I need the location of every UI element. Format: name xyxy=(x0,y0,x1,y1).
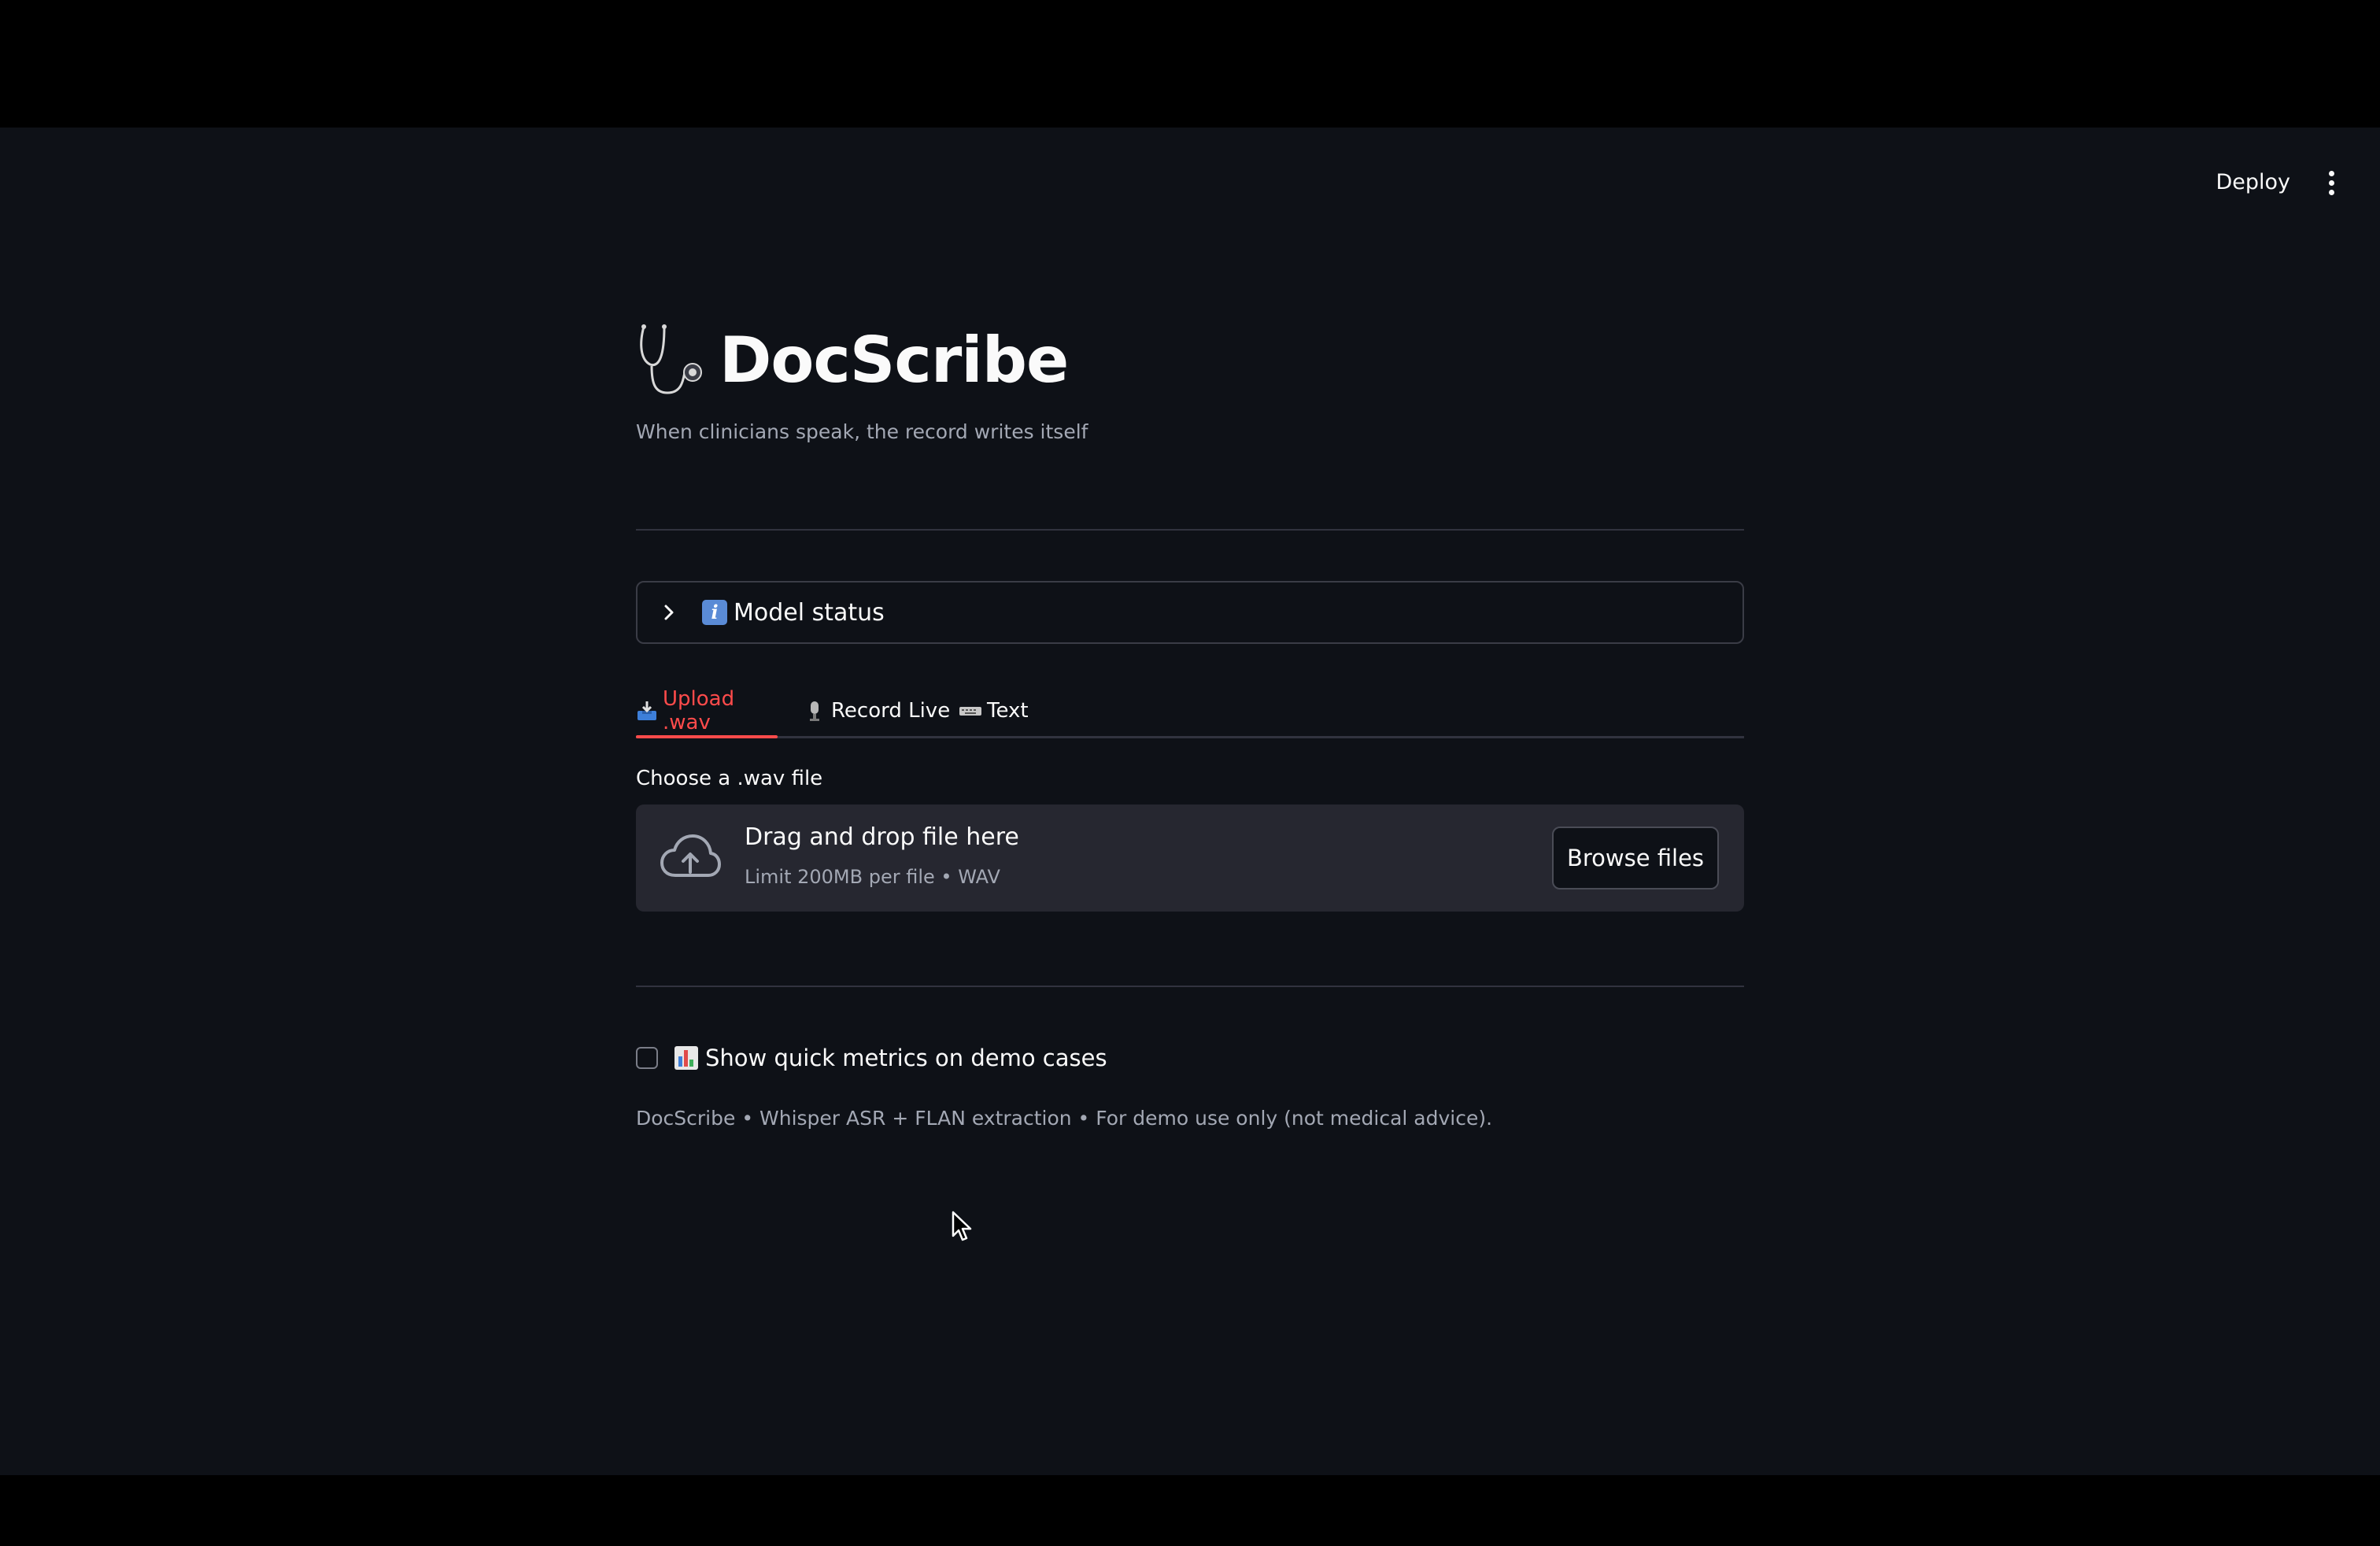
metrics-checkbox-row[interactable]: Show quick metrics on demo cases xyxy=(636,1041,1107,1075)
tab-label: Record Live xyxy=(831,699,951,723)
tab-text[interactable]: Text xyxy=(959,683,1029,738)
dropzone-limit-text: Limit 200MB per file • WAV xyxy=(745,866,1000,888)
tab-label: Upload .wav xyxy=(663,687,735,734)
divider-top xyxy=(636,529,1744,531)
browse-files-button[interactable]: Browse files xyxy=(1552,827,1719,890)
microphone-icon xyxy=(803,699,826,723)
cloud-upload-icon xyxy=(660,834,721,877)
deploy-button[interactable]: Deploy xyxy=(2216,159,2290,206)
mouse-cursor-icon xyxy=(952,1211,972,1241)
tab-record-live[interactable]: Record Live xyxy=(803,683,950,738)
dropzone-title: Drag and drop file here xyxy=(745,823,1019,851)
bar-chart-icon xyxy=(674,1046,698,1070)
keyboard-icon xyxy=(959,699,982,723)
title-row: DocScribe xyxy=(636,309,1069,411)
page-title: DocScribe xyxy=(719,323,1069,397)
tab-upload-wav[interactable]: Upload .wav xyxy=(636,683,778,738)
app-main: Deploy DocScribe When clinicians speak, … xyxy=(0,128,2380,1475)
uploader-label: Choose a .wav file xyxy=(636,767,823,790)
tab-label: Text xyxy=(987,699,1029,723)
page-subtitle: When clinicians speak, the record writes… xyxy=(636,420,1088,443)
expander-label: Model status xyxy=(734,598,885,627)
stethoscope-icon xyxy=(640,324,702,394)
chevron-right-icon xyxy=(661,603,693,622)
metrics-checkbox[interactable] xyxy=(636,1047,658,1069)
file-dropzone[interactable]: Drag and drop file here Limit 200MB per … xyxy=(636,804,1744,912)
inbox-tray-icon xyxy=(636,699,658,723)
model-status-expander[interactable]: i Model status xyxy=(636,581,1744,644)
info-icon: i xyxy=(702,600,727,625)
tab-bar: Upload .wav Record Live Text xyxy=(636,683,1744,738)
kebab-menu-icon[interactable] xyxy=(2322,162,2341,203)
metrics-checkbox-label: Show quick metrics on demo cases xyxy=(705,1045,1107,1071)
footer-note: DocScribe • Whisper ASR + FLAN extractio… xyxy=(636,1107,1493,1130)
divider-bottom xyxy=(636,986,1744,987)
